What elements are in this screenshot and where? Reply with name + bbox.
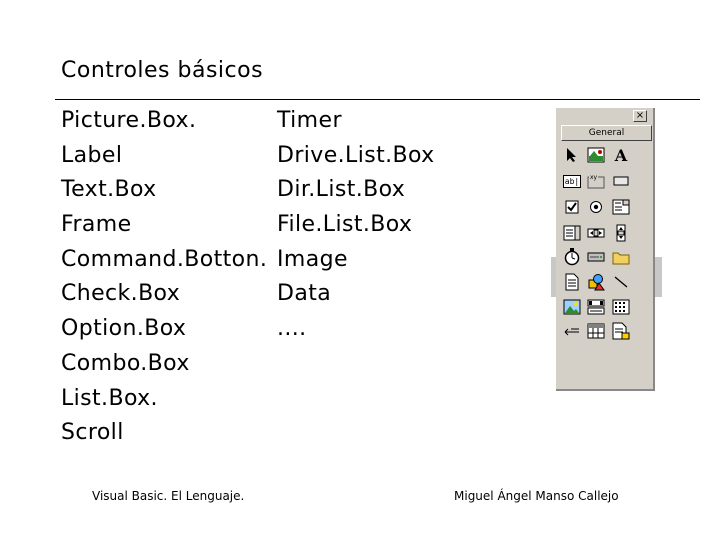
controls-list-right: Timer Drive.List.Box Dir.List.Box File.L…	[277, 104, 435, 347]
line-icon[interactable]	[611, 272, 631, 292]
pointer-icon[interactable]	[562, 145, 582, 165]
footer-course: Visual Basic. El Lenguaje.	[92, 489, 245, 503]
footer-author: Miguel Ángel Manso Callejo	[454, 489, 619, 503]
list-item: Option.Box	[61, 316, 187, 342]
list-item: Image	[277, 246, 348, 272]
dirlistbox-icon[interactable]	[611, 247, 631, 267]
textbox-icon[interactable]: ab|	[562, 171, 582, 191]
list-item: Timer	[277, 108, 342, 133]
title-rule	[55, 99, 700, 100]
dblist-icon[interactable]	[611, 321, 631, 341]
dbgrid-icon[interactable]	[586, 321, 606, 341]
vscrollbar-icon[interactable]	[611, 223, 631, 243]
list-item: File.List.Box	[277, 212, 413, 238]
filelistbox-icon[interactable]	[562, 272, 582, 292]
image-icon[interactable]	[562, 297, 582, 317]
list-item: List.Box.	[61, 385, 158, 411]
list-item: Scroll	[61, 420, 124, 446]
combobox-icon[interactable]	[611, 197, 631, 217]
shape-icon[interactable]	[586, 272, 606, 292]
toolbox-window[interactable]: × General A ab| xy	[556, 108, 655, 391]
list-item: Command.Botton.	[61, 246, 268, 272]
list-item: Data	[277, 281, 332, 307]
list-item: Picture.Box.	[61, 108, 197, 133]
list-item: Check.Box	[61, 281, 181, 307]
slide-title: Controles básicos	[61, 58, 264, 83]
data-icon[interactable]	[586, 297, 606, 317]
commandbutton-icon[interactable]	[611, 171, 631, 191]
close-icon[interactable]: ×	[633, 110, 647, 122]
tab-general[interactable]: General	[561, 125, 652, 141]
picturebox-icon[interactable]	[586, 145, 606, 165]
listbox-icon[interactable]	[562, 223, 582, 243]
ole-icon[interactable]	[611, 297, 631, 317]
controls-list-left: Picture.Box. Label Text.Box Frame Comman…	[61, 104, 267, 451]
list-item: Dir.List.Box	[277, 177, 406, 203]
frame-icon[interactable]: xy	[586, 171, 606, 191]
list-item: Label	[61, 142, 123, 168]
optionbutton-icon[interactable]	[586, 197, 606, 217]
grid-icon[interactable]	[562, 321, 582, 341]
list-item: Drive.List.Box	[277, 142, 435, 168]
list-item: Combo.Box	[61, 350, 190, 376]
svg-text:xy: xy	[590, 174, 598, 181]
list-item: Text.Box	[61, 177, 157, 203]
list-item: ....	[277, 316, 307, 342]
list-item: Frame	[61, 212, 132, 238]
timer-icon[interactable]	[562, 247, 582, 267]
checkbox-icon[interactable]	[562, 197, 582, 217]
drivelistbox-icon[interactable]	[586, 247, 606, 267]
label-icon[interactable]: A	[611, 145, 631, 165]
hscrollbar-icon[interactable]	[586, 223, 606, 243]
